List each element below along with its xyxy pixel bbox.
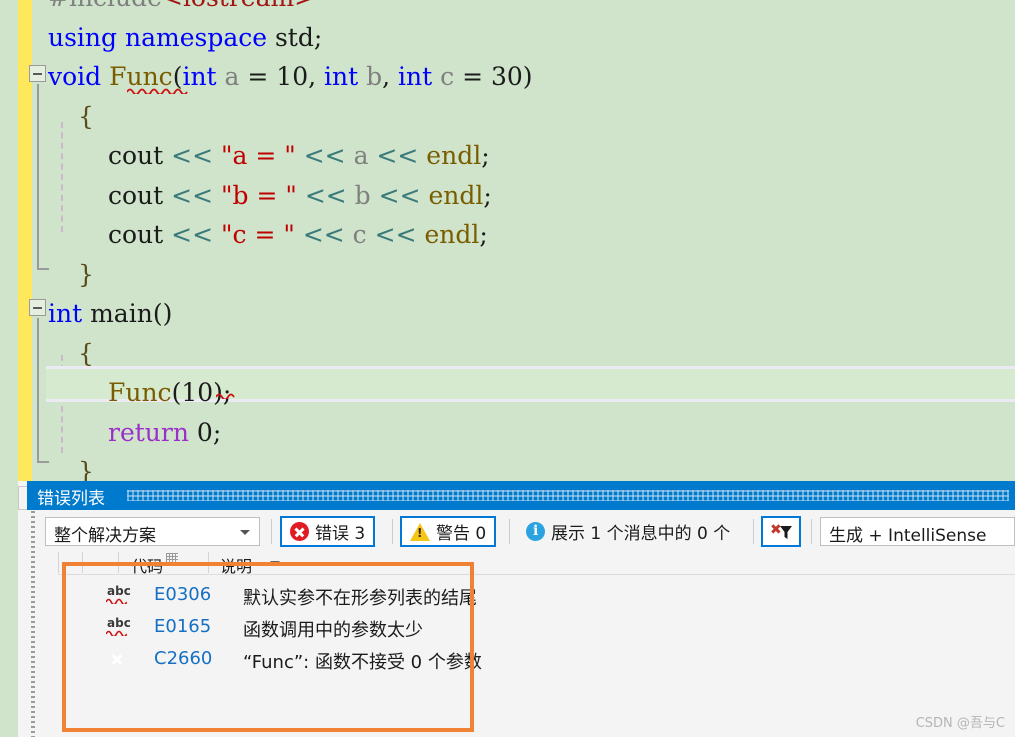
error-code: E0306 [154, 584, 212, 605]
error-list-titlebar[interactable]: 错误列表 [27, 481, 1015, 510]
code-line: cout << "c = " << c << endl; [108, 220, 488, 249]
error-code: E0165 [154, 616, 212, 637]
sort-descending-icon [270, 561, 280, 566]
panel-title: 错误列表 [37, 489, 105, 509]
scope-dropdown[interactable]: 整个解决方案 [45, 517, 260, 546]
table-row[interactable]: abc E0165 函数调用中的参数太少 [58, 612, 1015, 643]
toolbar-separator [811, 519, 812, 544]
error-description: 默认实参不在形参列表的结尾 [243, 588, 477, 609]
column-separator [82, 552, 83, 573]
warnings-filter-button[interactable]: 警告 0 [400, 516, 497, 547]
code-line: int main() [48, 299, 173, 328]
grid-header-row: 代码 说明 [58, 550, 1015, 577]
editor-left-strip [0, 481, 18, 737]
code-line: return 0; [108, 417, 222, 447]
code-line: #include<iostream> [0, 0, 1015, 18]
error-squiggle-func-decl [127, 87, 189, 94]
code-line: cout << "b = " << b << endl; [108, 180, 492, 210]
intellisense-squiggle-icon: abc [106, 616, 131, 638]
error-squiggle-func-call [216, 392, 236, 399]
chevron-down-icon [240, 530, 250, 535]
code-line: } [78, 457, 94, 481]
table-row[interactable]: C2660 “Func”: 函数不接受 0 个参数 [58, 644, 1015, 675]
code-line: using namespace std; [48, 22, 323, 52]
messages-filter-label: 展示 1 个消息中的 0 个 [551, 524, 731, 544]
column-header-description[interactable]: 说明 [220, 553, 252, 577]
column-separator [208, 552, 209, 573]
build-filter-field[interactable]: 生成 + IntelliSense [820, 517, 1015, 546]
column-grip-icon [166, 553, 178, 562]
toolbar-separator [392, 519, 393, 544]
error-description: 函数调用中的参数太少 [243, 620, 423, 641]
toolbar-separator [271, 519, 272, 544]
code-line: { [78, 338, 94, 368]
scope-dropdown-label: 整个解决方案 [54, 526, 156, 546]
column-separator [118, 552, 119, 573]
code-editor[interactable]: #include<iostream>using namespace std;vo… [0, 0, 1015, 481]
error-icon [290, 522, 309, 541]
table-row[interactable]: abc E0306 默认实参不在形参列表的结尾 [58, 580, 1015, 611]
messages-filter-button[interactable]: 展示 1 个消息中的 0 个 [516, 516, 740, 547]
error-description: “Func”: 函数不接受 0 个参数 [243, 652, 482, 673]
column-header-code[interactable]: 代码 [131, 553, 163, 577]
error-code: C2660 [154, 648, 213, 669]
titlebar-grip [127, 490, 1009, 501]
errors-filter-button[interactable]: 错误 3 [280, 516, 376, 547]
clear-filter-button[interactable]: ✖ [761, 516, 801, 547]
build-filter-label: 生成 + IntelliSense [829, 526, 987, 546]
code-line: Func(10); [108, 378, 232, 407]
code-line: { [78, 101, 94, 131]
warning-icon [410, 522, 430, 541]
error-list-panel: 错误列表 整个解决方案 错误 3 警告 0 展示 1 个消息中的 0 个 [0, 481, 1015, 737]
error-icon [106, 649, 128, 670]
toolbar-separator [509, 519, 510, 544]
error-list-grid: 代码 说明 abc E0306 默认实参不在形参列表的结尾 abc E0165 … [35, 550, 1015, 737]
info-icon [526, 522, 545, 541]
toolbar-separator [753, 519, 754, 544]
code-text: #include<iostream>using namespace std;vo… [0, 0, 1015, 481]
warnings-filter-label: 警告 0 [436, 524, 487, 544]
code-line: } [78, 259, 94, 289]
errors-filter-label: 错误 3 [315, 524, 366, 544]
error-list-toolbar: 整个解决方案 错误 3 警告 0 展示 1 个消息中的 0 个 [35, 514, 1015, 550]
code-line: cout << "a = " << a << endl; [108, 141, 490, 170]
clear-filter-icon: ✖ [770, 522, 792, 542]
watermark: CSDN @吾与C [915, 716, 1005, 731]
intellisense-squiggle-icon: abc [106, 584, 131, 606]
column-separator [58, 552, 59, 573]
visual-studio-window: #include<iostream>using namespace std;vo… [0, 0, 1015, 737]
